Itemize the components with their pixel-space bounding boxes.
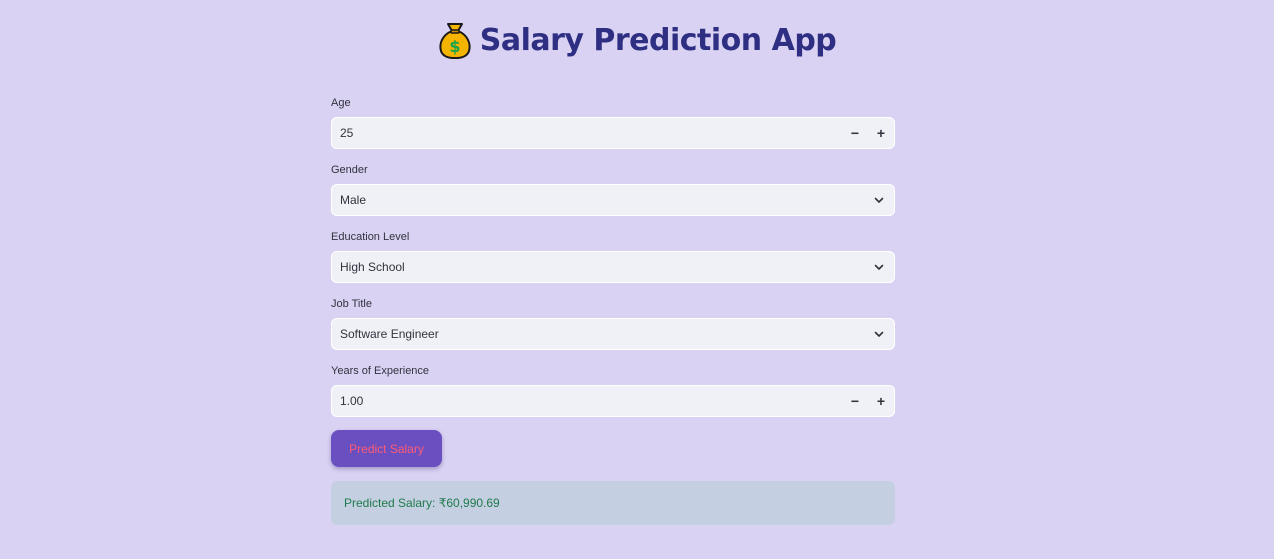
education-field: Education Level High School [331, 230, 895, 283]
job-title-field: Job Title Software Engineer [331, 297, 895, 350]
age-value[interactable]: 25 [331, 126, 842, 140]
experience-number-input[interactable]: 1.00 − + [331, 385, 895, 417]
money-bag-icon: $ [438, 20, 472, 60]
age-increment-button[interactable]: + [868, 117, 894, 149]
age-decrement-button[interactable]: − [842, 117, 868, 149]
chevron-down-icon[interactable] [863, 251, 895, 283]
experience-increment-button[interactable]: + [868, 385, 894, 417]
chevron-down-icon[interactable] [863, 184, 895, 216]
education-label: Education Level [331, 231, 410, 243]
gender-field: Gender Male [331, 163, 895, 216]
job-title-select[interactable]: Software Engineer [331, 318, 895, 350]
age-field: Age 25 − + [331, 96, 895, 149]
gender-label: Gender [331, 164, 368, 176]
experience-value[interactable]: 1.00 [331, 394, 842, 408]
prediction-result-alert: Predicted Salary: ₹60,990.69 [331, 481, 895, 525]
page-title: Salary Prediction App [479, 22, 837, 58]
experience-decrement-button[interactable]: − [842, 385, 868, 417]
education-select[interactable]: High School [331, 251, 895, 283]
education-selected-value[interactable]: High School [331, 260, 863, 274]
experience-label: Years of Experience [331, 365, 430, 377]
prediction-form: Age 25 − + Gender Male Education Level H… [331, 96, 895, 525]
gender-select[interactable]: Male [331, 184, 895, 216]
age-number-input[interactable]: 25 − + [331, 117, 895, 149]
job-title-selected-value[interactable]: Software Engineer [331, 327, 863, 341]
page-header: $ Salary Prediction App [0, 18, 1274, 62]
job-title-label: Job Title [331, 298, 372, 310]
gender-selected-value[interactable]: Male [331, 193, 863, 207]
chevron-down-icon[interactable] [863, 318, 895, 350]
svg-text:$: $ [449, 37, 460, 56]
predict-salary-button[interactable]: Predict Salary [331, 430, 442, 467]
prediction-result-text: Predicted Salary: ₹60,990.69 [344, 496, 500, 510]
experience-field: Years of Experience 1.00 − + [331, 364, 895, 417]
age-label: Age [331, 97, 351, 109]
